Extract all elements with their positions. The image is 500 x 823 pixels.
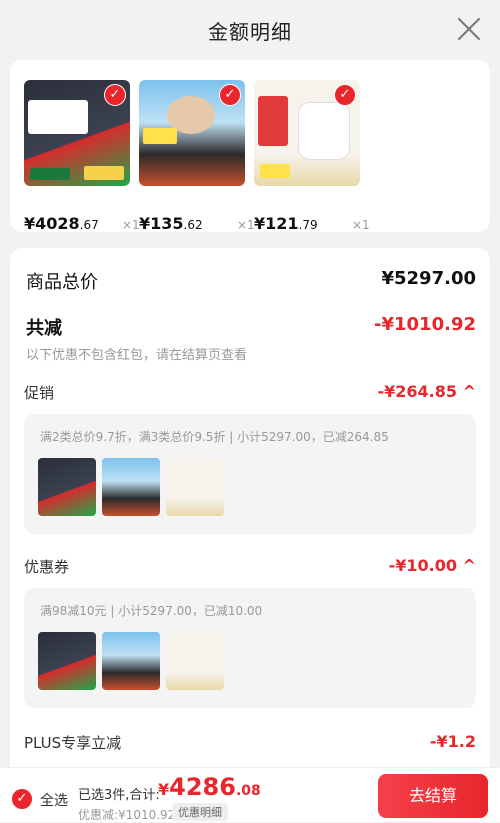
product-price: ¥121.79 [254,214,318,233]
plus-label: PLUS专享立减 [24,734,122,752]
product-image[interactable]: ✓ [24,80,130,186]
product-thumb [38,458,96,516]
product-qty: ×1 [352,218,370,232]
selected-check-icon[interactable]: ✓ [334,84,356,106]
promotion-box: 满2类总价9.7折，满3类总价9.5折 | 小计5297.00，已减264.85 [24,414,476,534]
coupon-text: 满98减10元 | 小计5297.00，已减10.00 [40,604,263,618]
discount-detail-button[interactable]: 优惠明细 [172,803,228,821]
goods-total-label: 商品总价 [26,272,98,293]
promotion-thumbs [38,458,230,520]
product-item[interactable]: ✓ ¥135.62 ×1 [139,80,255,233]
coupon-label: 优惠券 [24,558,70,576]
total-amount: ¥4286.08 [158,773,261,801]
select-all-label[interactable]: 全选 [40,790,68,810]
product-item[interactable]: ✓ ¥4028.67 ×1 [24,80,140,233]
product-image[interactable]: ✓ [139,80,245,186]
product-thumb [38,632,96,690]
promotion-label: 促销 [24,384,55,402]
saved-amount: 优惠减:¥1010.92 [78,808,176,822]
product-image[interactable]: ✓ [254,80,360,186]
select-all-check-icon[interactable]: ✓ [12,789,32,809]
goods-total-value: ¥5297.00 [381,268,476,289]
promotion-text: 满2类总价9.7折，满3类总价9.5折 | 小计5297.00，已减264.85 [40,430,389,444]
discount-value: -¥1010.92 [374,314,476,335]
amount-detail-panel: 商品总价 ¥5297.00 共减 -¥1010.92 以下优惠不包含红包，请在结… [10,248,490,821]
coupon-thumbs [38,632,230,694]
plus-value: -¥1.2 [429,732,476,751]
header: 金额明细 [0,0,500,60]
selected-summary: 已选3件,合计: [78,788,160,803]
selected-check-icon[interactable]: ✓ [219,84,241,106]
discount-note: 以下优惠不包含红包，请在结算页查看 [26,348,248,363]
product-thumb [166,632,224,690]
product-qty: ×1 [237,218,255,232]
checkout-bar: ✓ 全选 已选3件,合计: ¥4286.08 优惠减:¥1010.92 优惠明细… [0,767,500,822]
product-item[interactable]: ✓ ¥121.79 ×1 [254,80,370,233]
page-title: 金额明细 [208,20,292,44]
promotion-value-toggle[interactable]: -¥264.85 ^ [378,382,477,401]
discount-label: 共减 [26,318,62,339]
product-strip: ✓ ¥4028.67 ×1 ✓ ¥135.62 ×1 ✓ ¥121.79 ×1 [10,60,490,233]
selected-check-icon[interactable]: ✓ [104,84,126,106]
product-qty: ×1 [122,218,140,232]
close-icon[interactable] [456,16,482,42]
product-thumb [102,632,160,690]
coupon-value-toggle[interactable]: -¥10.00 ^ [389,556,476,575]
product-thumb [166,458,224,516]
coupon-box: 满98减10元 | 小计5297.00，已减10.00 [24,588,476,708]
checkout-button[interactable]: 去结算 [378,774,488,818]
product-price: ¥4028.67 [24,214,99,233]
product-thumb [102,458,160,516]
product-price: ¥135.62 [139,214,203,233]
